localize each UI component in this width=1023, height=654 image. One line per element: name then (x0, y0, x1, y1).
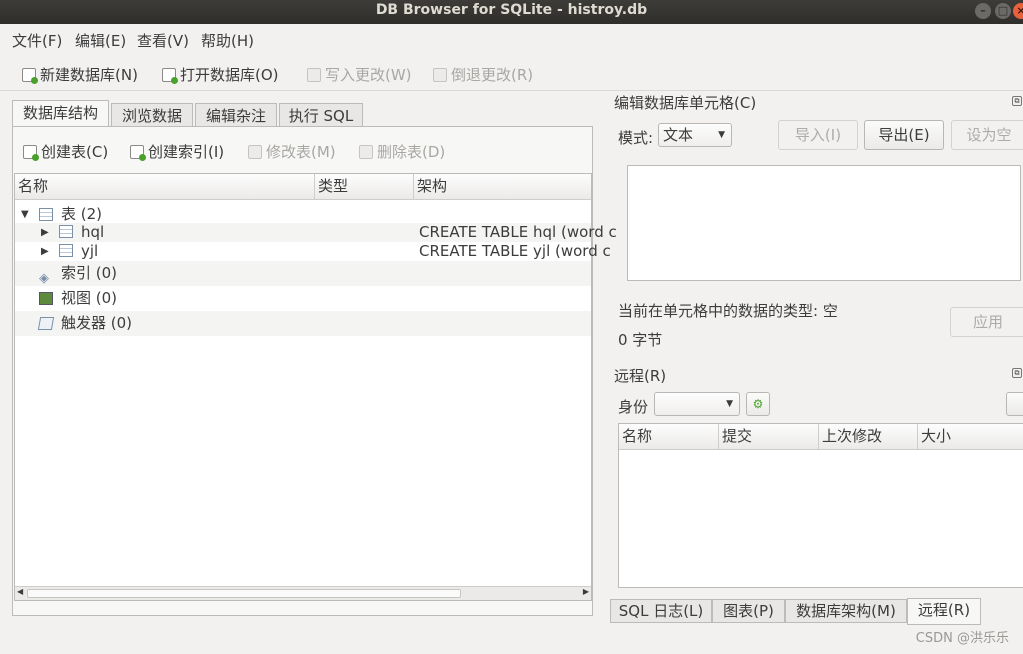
scroll-left-icon[interactable]: ◀ (17, 587, 23, 596)
new-database-button[interactable]: 新建数据库(N) (22, 64, 138, 85)
minimize-button[interactable]: – (975, 3, 991, 19)
menu-bar: 文件(F) 编辑(E) 查看(V) 帮助(H) (0, 24, 1023, 53)
tab-remote[interactable]: 远程(R) (907, 598, 981, 625)
column-header-commit[interactable]: 提交 (719, 424, 819, 450)
revert-changes-label: 倒退更改(R) (451, 66, 534, 84)
write-changes-label: 写入更改(W) (325, 66, 412, 84)
column-header-type[interactable]: 类型 (315, 174, 414, 200)
write-changes-button[interactable]: 写入更改(W) (307, 64, 412, 85)
tree-row-schema: CREATE TABLE yjl (word c (419, 242, 611, 260)
close-button[interactable]: × (1013, 3, 1023, 19)
open-database-icon (162, 67, 178, 84)
column-header-schema[interactable]: 架构 (414, 174, 591, 200)
revert-changes-icon (433, 67, 447, 82)
identity-select[interactable]: ▼ (654, 392, 740, 416)
window-title: DB Browser for SQLite - histroy.db (375, 2, 648, 18)
new-database-icon (22, 67, 38, 84)
delete-table-button[interactable]: 删除表(D) (359, 141, 445, 162)
remote-title: 远程(R) (614, 367, 667, 385)
collapse-arrow-icon[interactable]: ▶ (41, 223, 49, 242)
tree-row-label: hql (81, 223, 105, 241)
column-header-size[interactable]: 大小 (918, 424, 1023, 450)
tree-row-schema: CREATE TABLE hql (word c (419, 223, 617, 241)
remote-action-button[interactable] (1006, 392, 1023, 416)
trigger-scroll-icon (37, 317, 55, 330)
create-table-button[interactable]: 创建表(C) (23, 141, 108, 162)
column-header-last-modified[interactable]: 上次修改 (819, 424, 918, 450)
tree-row-label: 触发器 (0) (61, 314, 133, 332)
modify-table-button[interactable]: 修改表(M) (248, 141, 336, 162)
scrollbar-thumb[interactable] (27, 589, 461, 598)
tab-db-schema[interactable]: 数据库架构(M) (785, 599, 907, 623)
create-index-label: 创建索引(I) (148, 143, 225, 161)
collapse-arrow-icon[interactable]: ▶ (41, 242, 49, 261)
cell-size-info: 0 字节 (618, 331, 663, 349)
maximize-button[interactable]: □ (995, 3, 1011, 19)
revert-changes-button[interactable]: 倒退更改(R) (433, 64, 533, 85)
menu-file[interactable]: 文件(F) (12, 30, 62, 51)
tab-sql-log[interactable]: SQL 日志(L) (610, 599, 712, 623)
menu-edit[interactable]: 编辑(E) (75, 30, 126, 51)
chevron-down-icon: ▼ (726, 399, 733, 409)
create-index-icon (130, 144, 146, 161)
import-button[interactable]: 导入(I) (778, 120, 858, 150)
schema-tree[interactable]: 名称 类型 架构 ▼ 表 (2) ▶ hql CREATE TABLE hql … (14, 173, 617, 601)
chevron-down-icon: ▼ (718, 130, 725, 140)
tree-row-label: yjl (81, 242, 99, 260)
modify-table-icon (248, 144, 262, 159)
open-database-label: 打开数据库(O) (180, 66, 279, 84)
cell-editor[interactable] (627, 165, 1021, 281)
remote-list[interactable]: 名称 提交 上次修改 大小 (618, 423, 1023, 588)
create-table-label: 创建表(C) (41, 143, 109, 161)
modify-table-label: 修改表(M) (266, 143, 336, 161)
watermark: CSDN @洪乐乐 (915, 631, 1009, 646)
structure-panel: 创建表(C) 创建索引(I) 修改表(M) 删除表(D) 名称 类型 架构 ▼ … (12, 126, 617, 616)
dock-float-icon[interactable]: ⧉ (1012, 368, 1022, 378)
tree-row-label: 视图 (0) (61, 289, 118, 307)
horizontal-scrollbar[interactable]: ◀ ▶ (15, 586, 591, 600)
view-icon (39, 292, 53, 305)
tree-row-yjl[interactable]: ▶ yjl CREATE TABLE yjl (word c (15, 242, 611, 261)
mode-select[interactable]: 文本 ▼ (658, 123, 732, 147)
scroll-right-icon[interactable]: ▶ (583, 587, 589, 596)
set-null-button[interactable]: 设为空 (951, 120, 1023, 150)
open-database-button[interactable]: 打开数据库(O) (162, 64, 279, 85)
create-table-icon (23, 144, 39, 161)
edit-cell-title: 编辑数据库单元格(C) (614, 94, 757, 112)
create-index-button[interactable]: 创建索引(I) (130, 141, 224, 162)
table-icon (59, 225, 73, 238)
menu-view[interactable]: 查看(V) (137, 30, 189, 51)
write-changes-icon (307, 67, 321, 82)
tree-row-hql[interactable]: ▶ hql CREATE TABLE hql (word c (15, 223, 617, 242)
mode-select-value: 文本 (663, 126, 694, 144)
title-bar: DB Browser for SQLite - histroy.db – □ × (0, 0, 1023, 24)
tab-database-structure[interactable]: 数据库结构 (12, 100, 109, 129)
gear-icon: ⚙ (752, 397, 764, 411)
mode-label: 模式: (618, 129, 654, 147)
tree-row-triggers[interactable]: 触发器 (0) (15, 311, 591, 336)
delete-table-icon (359, 144, 373, 159)
tree-row-indexes[interactable]: ◈ 索引 (0) (15, 261, 591, 286)
column-header-name[interactable]: 名称 (15, 174, 315, 200)
table-icon (59, 244, 73, 257)
export-button[interactable]: 导出(E) (864, 120, 944, 150)
cell-type-info: 当前在单元格中的数据的类型: 空 (618, 302, 838, 320)
manage-identity-button[interactable]: ⚙ (746, 392, 770, 416)
dock-float-icon[interactable]: ⧉ (1012, 96, 1022, 106)
identity-label: 身份 (618, 398, 649, 416)
tree-row-label: 索引 (0) (61, 264, 118, 282)
tab-plot[interactable]: 图表(P) (712, 599, 785, 623)
delete-table-label: 删除表(D) (377, 143, 446, 161)
table-icon (39, 208, 53, 221)
column-header-name[interactable]: 名称 (619, 424, 719, 450)
main-toolbar: 新建数据库(N) 打开数据库(O) 写入更改(W) 倒退更改(R) (0, 53, 1023, 91)
menu-help[interactable]: 帮助(H) (201, 30, 254, 51)
apply-button[interactable]: 应用 (950, 307, 1023, 337)
tree-row-views[interactable]: 视图 (0) (15, 286, 591, 311)
new-database-label: 新建数据库(N) (40, 66, 138, 84)
